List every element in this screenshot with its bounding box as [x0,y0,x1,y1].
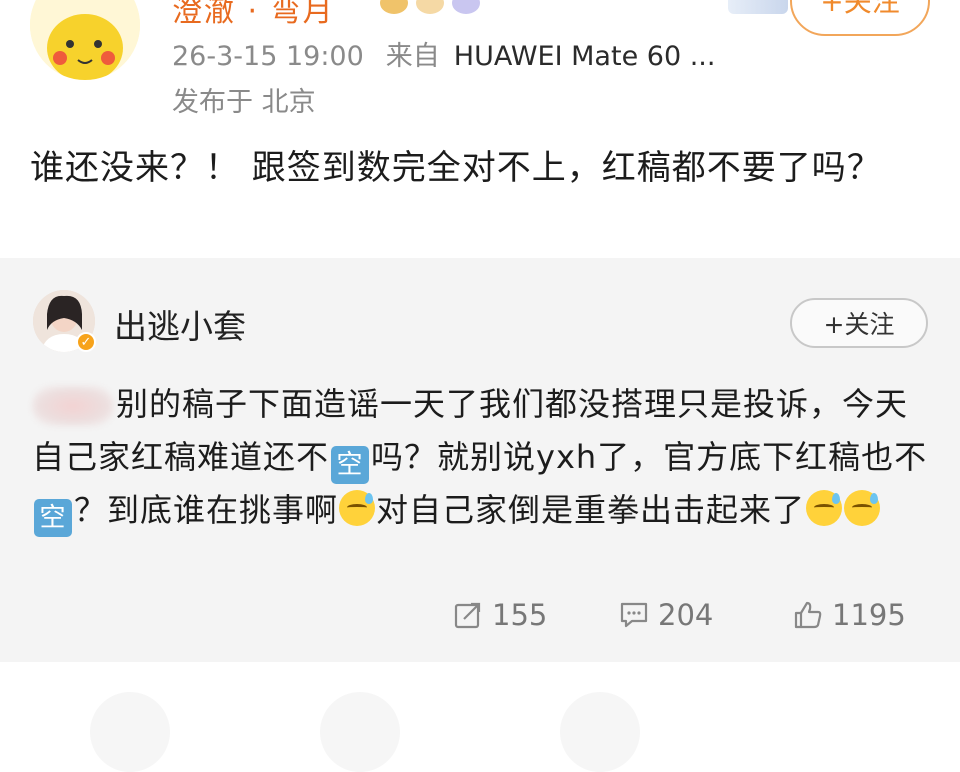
repost-text-segment: 吗？就别说yxh了，官方底下红稿也不 [371,438,928,476]
like-button[interactable]: 1195 [792,598,906,632]
post-meta: 26-3-15 19:00 来自 HUAWEI Mate 60 ... [172,34,715,73]
action-button[interactable] [320,692,400,772]
source-label: 来自 [385,41,440,72]
badge-icon [416,0,444,14]
thumbs-up-icon [794,601,822,629]
repost-count: 155 [492,598,548,632]
badge-icon [452,0,480,14]
comment-icon [620,602,648,628]
location: 发布于 北京 [172,87,316,118]
sweat-smile-emoji-icon [844,490,881,526]
share-icon [454,602,481,629]
follow-button[interactable]: +关注 [790,298,928,348]
follow-button[interactable]: +关注 [790,0,930,36]
action-button[interactable] [560,692,640,772]
badge-icon [380,0,408,14]
repost-text: 别的稿子下面造谣一天了我们都没搭理只是投诉，今天自己家红稿难道还不空吗？就别说y… [32,378,928,537]
repost-text-segment: 对自己家倒是重拳出击起来了 [376,491,806,529]
verified-badge-icon: ✓ [76,332,96,352]
sweat-smile-emoji-icon [806,490,843,526]
decoration-banner [728,0,788,14]
timestamp: 26-3-15 19:00 [172,41,364,72]
username[interactable]: 澄澈 · 弯月 [172,0,335,30]
action-button[interactable] [90,692,170,772]
device-name[interactable]: HUAWEI Mate 60 ... [454,41,716,72]
kong-emoji-icon: 空 [331,446,370,484]
mosaic-redaction [32,386,114,426]
avatar[interactable] [30,0,140,80]
comment-count: 204 [658,598,714,632]
repost-text-segment: ？到底谁在挑事啊 [74,491,339,529]
post-header: 澄澈 · 弯月 +关注 26-3-15 19:00 来自 HUAWEI Mate 6… [0,0,960,120]
username[interactable]: 出逃小套 [114,300,246,348]
comment-button[interactable]: 204 [618,598,713,632]
engagement-stats: 155 204 1195 [0,598,960,642]
pikachu-avatar-icon [30,0,140,80]
kong-emoji-icon: 空 [34,499,72,537]
like-count: 1195 [832,598,906,632]
sweat-smile-emoji-icon [339,490,376,526]
post-text: 谁还没来？！ 跟签到数完全对不上，红稿都不要了吗？ [30,148,882,188]
repost-card[interactable]: ✓ 出逃小套 +关注 别的稿子下面造谣一天了我们都没搭理只是投诉，今天自己家红稿… [0,258,960,662]
user-badges [380,0,480,16]
repost-button[interactable]: 155 [452,598,547,632]
